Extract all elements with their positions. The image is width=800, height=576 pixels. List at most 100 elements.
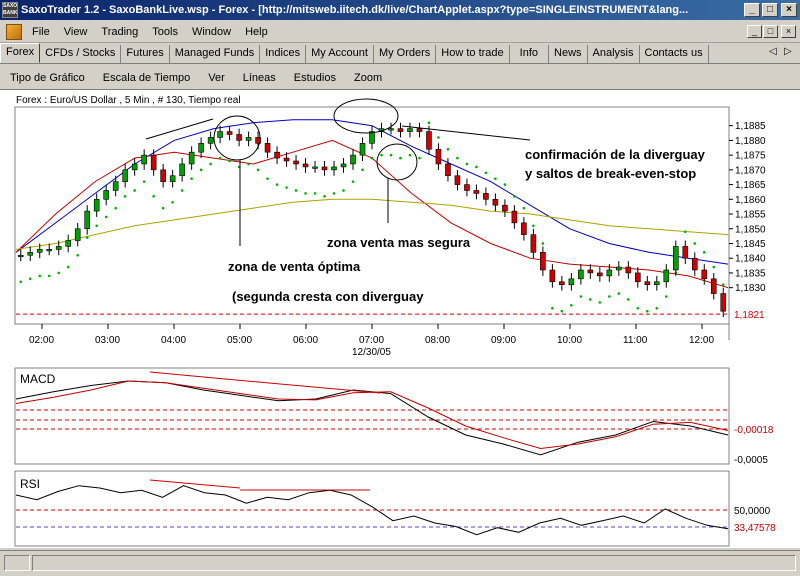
tab-indices[interactable]: Indices (260, 45, 307, 63)
annotation-second-crest: (segunda cresta con diverguay (232, 289, 424, 304)
candle-body (302, 163, 309, 168)
last-price-label: 1,1821 (734, 310, 765, 321)
candle-body (150, 154, 157, 171)
sar-dot (627, 298, 630, 301)
chart-menu-time-scale[interactable]: Escala de Tiempo (103, 72, 190, 84)
sar-dot (456, 156, 459, 160)
candle-body (701, 269, 708, 280)
chart-menu-studies[interactable]: Estudios (294, 72, 336, 84)
sar-dot (323, 195, 326, 198)
candle-body (340, 163, 347, 168)
candle-body (464, 184, 470, 191)
chart-panel[interactable]: Forex : Euro/US Dollar , 5 Min , # 130, … (0, 89, 800, 548)
maximize-button[interactable]: □ (762, 3, 778, 17)
tab-managed-funds[interactable]: Managed Funds (170, 45, 261, 63)
candle-body (483, 193, 489, 200)
candle-body (616, 266, 622, 271)
chart-menu-chart-type[interactable]: Tipo de Gráfico (10, 72, 85, 84)
menu-bar: File View Trading Tools Window Help _ □ … (0, 21, 800, 43)
candle-body (122, 169, 128, 182)
candle-body (179, 163, 185, 177)
candle-body (312, 166, 318, 169)
sar-dot (361, 168, 364, 172)
tab-futures[interactable]: Futures (121, 45, 170, 63)
sar-dot (161, 206, 165, 210)
tab-info[interactable]: Info (510, 45, 550, 63)
candle-body (454, 175, 461, 185)
close-button[interactable]: × (781, 3, 797, 17)
price-y-tick-label: 1,1830 (735, 283, 766, 294)
sar-dot (513, 195, 516, 198)
menu-window[interactable]: Window (192, 26, 231, 38)
candle-body (635, 272, 641, 283)
sar-dot (494, 177, 497, 180)
rsi-level-33-label: 33,47578 (734, 523, 776, 534)
tab-scroll-right-icon[interactable]: ▷ (784, 46, 792, 57)
sar-dot (551, 306, 554, 310)
sar-dot (66, 265, 70, 269)
price-y-axis: 1,1885 1,1880 1,1875 1,1870 1,1865 1,1860 1,18… (729, 121, 766, 294)
price-y-tick-label: 1,1875 (735, 151, 766, 162)
sar-dot (304, 192, 307, 195)
mdi-minimize-button[interactable]: _ (747, 25, 762, 38)
candle-body (283, 157, 290, 162)
chart-menu-zoom[interactable]: Zoom (354, 72, 382, 84)
minimize-button[interactable]: _ (744, 3, 760, 17)
price-y-tick-label: 1,1845 (735, 239, 766, 250)
tab-cfds-stocks[interactable]: CFDs / Stocks (40, 45, 122, 63)
chart-menu-view[interactable]: Ver (208, 72, 225, 84)
sar-dot (313, 192, 317, 195)
candle-body (169, 175, 176, 182)
window-title: SaxoTrader 1.2 - SaxoBankLive.wsp - Fore… (21, 4, 689, 16)
candle-body (530, 234, 537, 253)
sar-dot (76, 253, 80, 257)
sar-dot (28, 277, 32, 281)
tab-news[interactable]: News (549, 45, 588, 63)
candle-body (17, 254, 24, 258)
annotation-safe-sell-zone: zona venta mas segura (327, 235, 471, 250)
sar-dot (503, 183, 507, 186)
price-y-tick-label: 1,1870 (735, 165, 766, 176)
price-x-axis: 02:00 03:00 04:00 05:00 06:00 07:00 08:00 09:00… (29, 324, 714, 346)
macd-title: MACD (20, 372, 56, 386)
candle-body (492, 199, 499, 206)
menu-help[interactable]: Help (245, 26, 268, 38)
sar-dot (702, 251, 706, 254)
sar-dot (351, 180, 355, 183)
tab-scroll-left-icon[interactable]: ◁ (769, 46, 777, 57)
chart-canvas[interactable]: Forex : Euro/US Dollar , 5 Min , # 130, … (0, 90, 800, 549)
sar-dot (646, 309, 649, 313)
sar-dot (589, 298, 592, 301)
sar-dot (152, 195, 155, 198)
title-bar[interactable]: SAXO BANK SaxoTrader 1.2 - SaxoBankLive.… (0, 0, 800, 20)
menu-trading[interactable]: Trading (101, 26, 138, 38)
sar-dot (683, 230, 687, 233)
sar-dot (721, 283, 725, 287)
rsi-plot-area[interactable] (14, 470, 730, 547)
sar-dot (437, 136, 440, 139)
candle-body (321, 166, 328, 171)
macd-level-label: -0,00018 (734, 425, 774, 436)
sar-dot (266, 177, 269, 180)
sar-dot (114, 206, 117, 210)
price-x-tick-label: 12:00 (689, 335, 714, 346)
menu-view[interactable]: View (64, 26, 88, 38)
saxo-app-icon[interactable]: SAXO BANK (2, 2, 18, 18)
sar-dot (446, 147, 450, 151)
document-icon[interactable] (6, 23, 22, 40)
menu-file[interactable]: File (32, 26, 50, 38)
chart-menu-lines[interactable]: Líneas (243, 72, 276, 84)
mdi-close-button[interactable]: × (781, 25, 796, 38)
tab-my-account[interactable]: My Account (306, 45, 374, 63)
sar-dot (389, 153, 393, 157)
tab-my-orders[interactable]: My Orders (374, 45, 437, 63)
tab-forex[interactable]: Forex (0, 43, 41, 63)
mdi-restore-button[interactable]: □ (763, 25, 778, 38)
tab-contacts-us[interactable]: Contacts us (640, 45, 709, 63)
tab-how-to-trade[interactable]: How to trade (436, 45, 510, 63)
candle-body (625, 266, 632, 274)
tab-analysis[interactable]: Analysis (588, 45, 640, 63)
candle-body (720, 293, 727, 312)
menu-tools[interactable]: Tools (152, 26, 178, 38)
sar-dot (85, 236, 89, 239)
